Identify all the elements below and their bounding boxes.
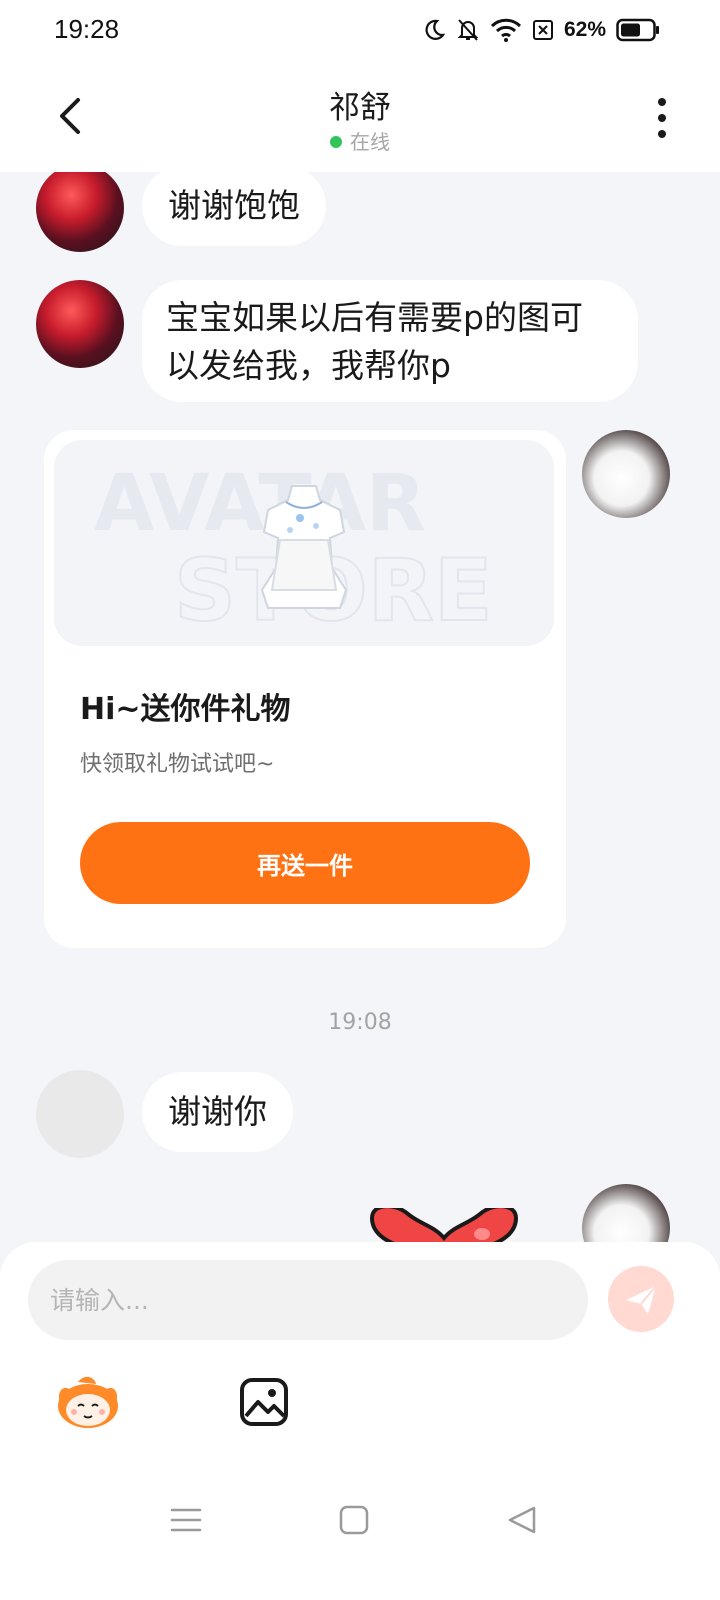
watermark-text-1: AVATAR [94,459,426,549]
status-icons: 62% [422,15,660,45]
gift-card[interactable]: AVATAR STORE Hi~送你件礼物 快领取礼物试试吧~ 再送一件 [44,430,566,948]
mascot-emoji-icon[interactable] [54,1372,122,1432]
wifi-icon [490,18,522,42]
status-time: 19:28 [54,14,120,44]
gift-title: Hi~送你件礼物 [80,692,291,727]
more-options-icon[interactable] [652,96,672,140]
contact-avatar[interactable] [36,280,124,368]
image-picker-icon[interactable] [238,1376,290,1428]
send-icon [626,1285,657,1314]
message-input[interactable] [28,1260,588,1340]
chat-title: 祁舒 [329,90,391,126]
online-status: 在线 [0,126,720,155]
input-panel [0,1242,720,1600]
gift-illustration: AVATAR STORE [94,459,494,642]
moon-icon [425,19,446,40]
message-bubble: 谢谢饱饱 [142,166,326,246]
online-status-label: 在线 [350,130,390,154]
bell-off-icon [457,19,479,41]
status-bar: 19:28 62% [0,0,720,62]
send-button[interactable] [608,1266,674,1332]
sim-off-icon [532,20,553,40]
battery-icon [616,18,659,42]
contact-avatar[interactable] [36,164,124,252]
battery-percent: 62% [563,18,606,41]
message-bubble: 谢谢你 [142,1072,293,1152]
gift-image: AVATAR STORE [54,440,554,646]
my-avatar[interactable] [582,430,670,518]
send-another-gift-button[interactable]: 再送一件 [80,822,530,904]
back-nav-icon[interactable] [500,1500,544,1540]
online-dot [330,136,342,148]
home-icon[interactable] [332,1500,376,1540]
header-mask: 祁舒 在线 [0,62,720,172]
message-bubble: 宝宝如果以后有需要p的图可以发给我，我帮你p [142,280,638,402]
menu-icon[interactable] [164,1500,208,1540]
message-timestamp: 19:08 [328,1010,392,1035]
gift-subtitle: 快领取礼物试试吧~ [80,752,275,777]
contact-avatar[interactable] [36,1070,124,1158]
